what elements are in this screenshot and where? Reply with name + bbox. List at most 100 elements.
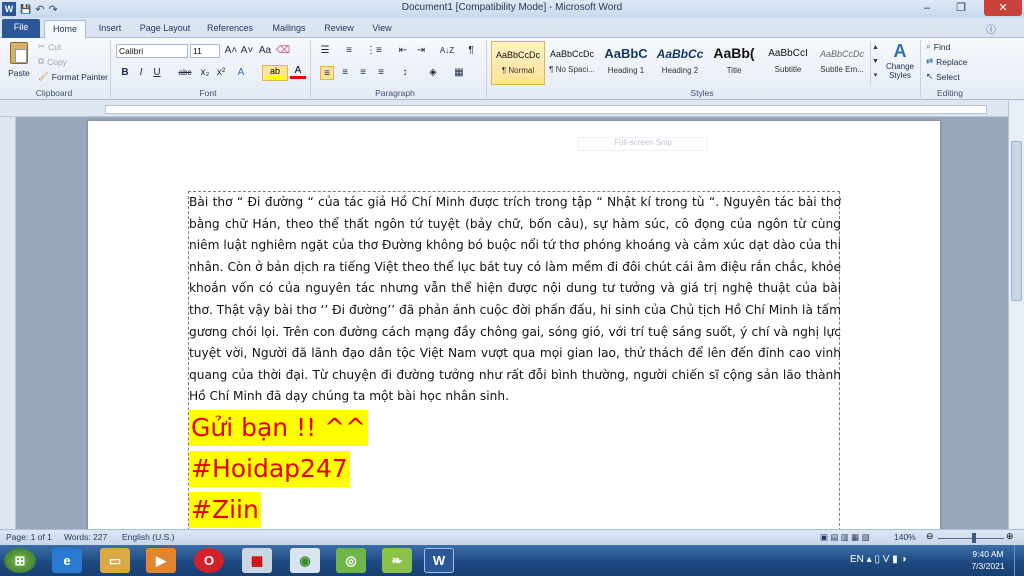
style-subtle-emphasis[interactable]: AaBbCcDc Subtle Em... [815, 41, 869, 85]
scrollbar-thumb[interactable] [1011, 141, 1022, 301]
vertical-ruler[interactable] [0, 117, 16, 529]
decrease-indent-icon[interactable]: ⇤ [396, 44, 410, 58]
format-painter-label: Format Painter [51, 71, 109, 82]
underline-button[interactable]: U [150, 66, 164, 80]
view-buttons[interactable]: ▣ ▤ ▥ ▦ ▧ [820, 532, 870, 543]
close-button[interactable]: ✕ [984, 0, 1022, 16]
justify-icon[interactable]: ≡ [374, 66, 388, 80]
style-title[interactable]: AaBb( Title [707, 41, 761, 85]
zoom-slider[interactable]: ⊖ ⊕ [926, 531, 1018, 543]
highlighter-icon: ab [269, 66, 280, 76]
align-center-icon[interactable]: ≡ [338, 66, 352, 80]
style-sample: AaBb( [713, 45, 755, 61]
editing-group-label: Editing [937, 88, 963, 98]
paste-button[interactable]: Paste [6, 42, 32, 84]
change-case-button[interactable]: Aa [258, 44, 272, 58]
align-left-icon[interactable]: ≡ [320, 66, 334, 80]
style-subtitle[interactable]: AaBbCcI Subtitle [761, 41, 815, 85]
change-styles-button[interactable]: A Change Styles [882, 40, 918, 86]
shading-icon[interactable]: ◈ [426, 66, 440, 80]
text-box[interactable]: Bài thơ “ Đi đường “ của tác giả Hồ Chí … [188, 191, 841, 529]
coccoc-icon[interactable]: ◎ [336, 548, 366, 573]
style-heading-1[interactable]: AaBbC Heading 1 [599, 41, 653, 85]
minimize-button[interactable]: – [912, 0, 942, 16]
show-desktop-button[interactable] [1014, 545, 1024, 576]
increase-indent-icon[interactable]: ⇥ [414, 44, 428, 58]
bold-button[interactable]: B [118, 66, 132, 80]
copy-icon: ⧉ [38, 56, 45, 66]
clear-formatting-icon[interactable]: ⌫ [276, 44, 290, 58]
start-button[interactable]: ⊞ [4, 548, 36, 573]
clock[interactable]: 9:40 AM 7/3/2021 [968, 549, 1008, 571]
bullets-icon[interactable]: ☰ [318, 44, 332, 58]
zoom-out-icon[interactable]: ⊖ [926, 531, 934, 542]
shrink-font-button[interactable]: A˅ [240, 44, 254, 58]
app-icon[interactable]: ▦ [242, 548, 272, 573]
zoom-level[interactable]: 140% [894, 532, 916, 542]
grow-font-button[interactable]: A˄ [224, 44, 238, 58]
folder-icon[interactable]: ▭ [100, 548, 130, 573]
select-button[interactable]: ↖ Select [926, 71, 960, 82]
styles-gallery-scroll[interactable]: ▲ ▼ ▾ [870, 41, 880, 85]
ruler-track [105, 105, 987, 114]
cut-button[interactable]: ✂ Cut [38, 41, 61, 52]
font-color-button[interactable]: A [290, 65, 306, 81]
style-sample: AaBbCcI [768, 48, 808, 59]
font-color-swatch [290, 76, 306, 79]
replace-button[interactable]: ⇄ Replace [926, 56, 967, 67]
clipboard-group-label: Clipboard [35, 88, 73, 98]
help-icon[interactable]: ⓘ [986, 21, 996, 36]
word-count[interactable]: Words: 227 [64, 532, 107, 542]
font-size-combo[interactable]: 11 [190, 44, 220, 58]
tab-page-layout[interactable]: Page Layout [134, 20, 196, 38]
vertical-scrollbar[interactable] [1008, 101, 1024, 529]
highlight-line-2[interactable]: #Hoidap247 [189, 451, 350, 487]
document-canvas: Full-screen Snip Bài thơ “ Đi đường “ củ… [16, 117, 1008, 529]
tab-review[interactable]: Review [318, 20, 360, 38]
page-count[interactable]: Page: 1 of 1 [6, 532, 52, 542]
style-name: Title [726, 66, 742, 75]
tab-file[interactable]: File [2, 19, 40, 38]
media-player-icon[interactable]: ▶ [146, 548, 176, 573]
text-effects-button[interactable]: A [234, 66, 248, 80]
zoom-thumb[interactable] [972, 533, 976, 543]
document-page[interactable]: Full-screen Snip Bài thơ “ Đi đường “ củ… [88, 121, 940, 529]
align-right-icon[interactable]: ≡ [356, 66, 370, 80]
word-taskbar-icon[interactable]: W [424, 548, 454, 573]
internet-explorer-icon[interactable]: e [52, 548, 82, 573]
tab-mailings[interactable]: Mailings [264, 20, 314, 38]
highlight-line-3[interactable]: #Ziin [189, 492, 261, 528]
highlight-line-1[interactable]: Gửi bạn !! ^^ [189, 410, 368, 446]
horizontal-ruler[interactable] [0, 101, 1024, 117]
format-painter-button[interactable]: 🖌 Format Painter [38, 71, 108, 82]
style-heading-2[interactable]: AaBbCc Heading 2 [653, 41, 707, 85]
borders-icon[interactable]: ▦ [452, 66, 466, 80]
show-hide-button[interactable]: ¶ [464, 44, 478, 58]
style-normal[interactable]: AaBbCcDc ¶ Normal [491, 41, 545, 85]
multilevel-list-icon[interactable]: ⋮≡ [366, 44, 382, 58]
system-tray-icons[interactable]: EN ▴ ▯ V ▮ ◑ [850, 554, 907, 565]
strikethrough-button[interactable]: abc [174, 66, 196, 80]
tab-home[interactable]: Home [44, 20, 86, 38]
style-no-spacing[interactable]: AaBbCcDc ¶ No Spaci... [545, 41, 599, 85]
language-indicator[interactable]: English (U.S.) [122, 532, 174, 542]
leaf-icon[interactable]: ❧ [382, 548, 412, 573]
numbering-icon[interactable]: ≡ [342, 44, 356, 58]
body-paragraph[interactable]: Bài thơ “ Đi đường “ của tác giả Hồ Chí … [189, 192, 841, 408]
subscript-button[interactable]: x₂ [198, 66, 212, 80]
italic-button[interactable]: I [134, 66, 148, 80]
opera-icon[interactable]: O [194, 548, 224, 573]
copy-button[interactable]: ⧉ Copy [38, 56, 67, 67]
tab-view[interactable]: View [364, 20, 400, 38]
highlight-color-button[interactable]: ab [262, 65, 288, 81]
font-name-combo[interactable]: Calibri [116, 44, 188, 58]
sort-button[interactable]: A↓Z [438, 44, 456, 58]
zoom-in-icon[interactable]: ⊕ [1006, 531, 1014, 542]
maximize-button[interactable]: ❐ [946, 0, 976, 16]
line-spacing-icon[interactable]: ↕ [398, 66, 412, 80]
tab-insert[interactable]: Insert [90, 20, 130, 38]
chat-icon[interactable]: ◉ [290, 548, 320, 573]
superscript-button[interactable]: x² [214, 66, 228, 80]
tab-references[interactable]: References [200, 20, 260, 38]
find-button[interactable]: ⌕ Find [926, 41, 950, 52]
